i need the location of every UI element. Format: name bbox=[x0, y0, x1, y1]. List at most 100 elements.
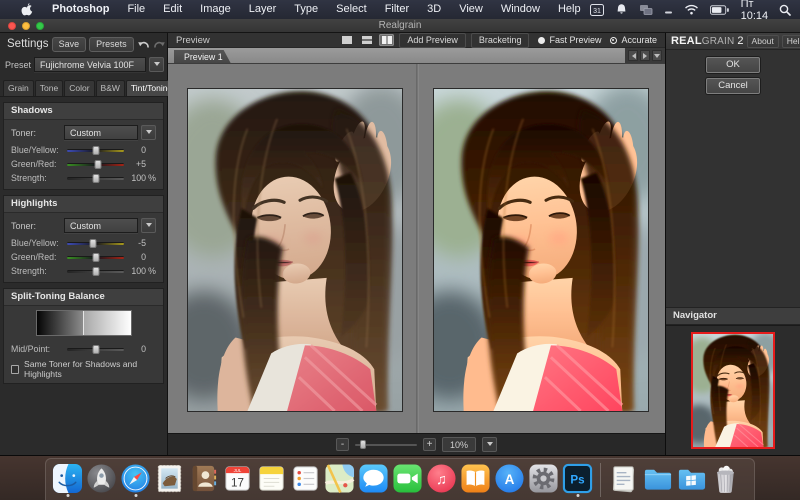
shadows-green-red-label: Green/Red: bbox=[11, 159, 67, 169]
bracketing-button[interactable]: Bracketing bbox=[471, 33, 530, 48]
preview-canvas[interactable] bbox=[168, 64, 665, 433]
tab-tone[interactable]: Tone bbox=[35, 80, 63, 96]
same-toner-checkbox[interactable] bbox=[11, 365, 19, 374]
system-preferences-dock-icon[interactable] bbox=[528, 463, 559, 496]
help-button[interactable]: Help bbox=[782, 35, 800, 48]
navigator-thumbnail[interactable] bbox=[691, 332, 775, 449]
menu-extra-icon[interactable] bbox=[664, 5, 673, 15]
menu-select[interactable]: Select bbox=[327, 0, 376, 19]
shadows-strength-slider[interactable] bbox=[67, 173, 124, 184]
tab-grain[interactable]: Grain bbox=[3, 80, 34, 96]
ibooks-dock-icon[interactable] bbox=[460, 463, 491, 496]
menu-view[interactable]: View bbox=[450, 0, 492, 19]
highlights-toner-caret[interactable] bbox=[141, 218, 156, 233]
app-store-dock-icon[interactable]: A bbox=[494, 463, 525, 496]
zoom-slider-thumb[interactable] bbox=[360, 440, 366, 449]
shadows-strength-thumb[interactable] bbox=[92, 174, 99, 183]
displays-menu-icon[interactable] bbox=[639, 4, 653, 16]
single-view-icon[interactable] bbox=[339, 34, 354, 46]
preview-tab-1[interactable]: Preview 1 bbox=[174, 50, 231, 63]
launchpad-dock-icon[interactable] bbox=[86, 463, 117, 496]
folder-dock-icon[interactable] bbox=[642, 463, 673, 496]
horizontal-split-view-icon[interactable] bbox=[359, 34, 374, 46]
messages-dock-icon[interactable] bbox=[358, 463, 389, 496]
add-preview-button[interactable]: Add Preview bbox=[399, 33, 466, 48]
highlights-strength-thumb[interactable] bbox=[92, 267, 99, 276]
itunes-dock-icon[interactable]: ♫ bbox=[426, 463, 457, 496]
documents-stack-dock-icon[interactable] bbox=[608, 463, 639, 496]
calendar-dock-icon[interactable]: JUL17 bbox=[222, 463, 253, 496]
pane-divider[interactable] bbox=[416, 64, 419, 433]
accurate-radio[interactable]: Accurate bbox=[610, 35, 657, 45]
photoshop-dock-icon[interactable]: Ps bbox=[562, 463, 593, 496]
mid-point-thumb[interactable] bbox=[92, 345, 99, 354]
zoom-out-button[interactable]: - bbox=[336, 438, 349, 451]
cancel-button[interactable]: Cancel bbox=[706, 78, 760, 94]
calendar-menu-icon[interactable]: 31 bbox=[590, 4, 604, 16]
menu-window[interactable]: Window bbox=[492, 0, 549, 19]
menubar-clock[interactable]: Пт 10:14 bbox=[741, 0, 769, 22]
mid-point-slider[interactable] bbox=[67, 344, 124, 355]
menu-image[interactable]: Image bbox=[191, 0, 240, 19]
tab-color[interactable]: Color bbox=[64, 80, 94, 96]
menu-layer[interactable]: Layer bbox=[240, 0, 286, 19]
shadows-toner-caret[interactable] bbox=[141, 125, 156, 140]
maps-dock-icon[interactable] bbox=[324, 463, 355, 496]
undo-icon[interactable] bbox=[137, 37, 150, 51]
highlights-blue-yellow-thumb[interactable] bbox=[89, 239, 96, 248]
zoom-slider[interactable] bbox=[355, 444, 417, 446]
shadows-blue-yellow-slider[interactable] bbox=[67, 145, 124, 156]
reminders-dock-icon[interactable] bbox=[290, 463, 321, 496]
zoom-bar: - + 10% bbox=[168, 433, 665, 455]
shadows-blue-yellow-thumb[interactable] bbox=[92, 146, 99, 155]
menu-help[interactable]: Help bbox=[549, 0, 590, 19]
tab-bw[interactable]: B&W bbox=[96, 80, 125, 96]
ok-button[interactable]: OK bbox=[706, 57, 760, 73]
tab-scroll-left-icon[interactable] bbox=[628, 50, 638, 61]
save-button[interactable]: Save bbox=[52, 37, 87, 52]
fast-preview-radio[interactable]: Fast Preview bbox=[538, 35, 601, 45]
zoom-in-button[interactable]: + bbox=[423, 438, 436, 451]
windows-folder-dock-icon[interactable] bbox=[676, 463, 707, 496]
shadows-strength-label: Strength: bbox=[11, 173, 67, 183]
notes-dock-icon[interactable] bbox=[256, 463, 287, 496]
menu-3d[interactable]: 3D bbox=[418, 0, 450, 19]
shadows-toner-select[interactable]: Custom bbox=[64, 125, 138, 140]
vertical-split-view-icon[interactable] bbox=[379, 34, 394, 46]
shadows-green-red-slider[interactable] bbox=[67, 159, 124, 170]
highlights-strength-slider[interactable] bbox=[67, 266, 124, 277]
trash-dock-icon[interactable] bbox=[710, 463, 741, 496]
finder-dock-icon[interactable] bbox=[52, 463, 83, 496]
redo-icon[interactable] bbox=[153, 37, 166, 51]
tab-list-caret-icon[interactable] bbox=[652, 50, 662, 61]
preset-dropdown-caret[interactable] bbox=[149, 57, 164, 72]
highlights-blue-yellow-slider[interactable] bbox=[67, 238, 124, 249]
preview-image-original[interactable] bbox=[187, 88, 403, 412]
zoom-level-value[interactable]: 10% bbox=[442, 437, 476, 452]
menu-file[interactable]: File bbox=[118, 0, 154, 19]
battery-icon[interactable] bbox=[710, 5, 730, 15]
mail-dock-icon[interactable] bbox=[154, 463, 185, 496]
preset-select[interactable]: Fujichrome Velvia 100F bbox=[34, 57, 146, 72]
menu-edit[interactable]: Edit bbox=[154, 0, 191, 19]
menu-filter[interactable]: Filter bbox=[376, 0, 418, 19]
notifications-bell-icon[interactable] bbox=[615, 3, 628, 16]
spotlight-icon[interactable] bbox=[779, 4, 791, 16]
preview-image-filtered[interactable] bbox=[433, 88, 649, 412]
safari-dock-icon[interactable] bbox=[120, 463, 151, 496]
highlights-green-red-thumb[interactable] bbox=[92, 253, 99, 262]
menu-type[interactable]: Type bbox=[285, 0, 327, 19]
window-titlebar[interactable]: Realgrain bbox=[0, 19, 800, 33]
zoom-level-caret[interactable] bbox=[482, 437, 497, 452]
contacts-dock-icon[interactable] bbox=[188, 463, 219, 496]
menu-photoshop[interactable]: Photoshop bbox=[43, 0, 118, 19]
apple-menu-icon[interactable] bbox=[10, 2, 43, 18]
highlights-toner-select[interactable]: Custom bbox=[64, 218, 138, 233]
tab-scroll-right-icon[interactable] bbox=[640, 50, 650, 61]
wifi-icon[interactable] bbox=[684, 4, 699, 15]
about-button[interactable]: About bbox=[747, 35, 779, 48]
highlights-green-red-slider[interactable] bbox=[67, 252, 124, 263]
presets-button[interactable]: Presets bbox=[89, 37, 134, 52]
facetime-dock-icon[interactable] bbox=[392, 463, 423, 496]
shadows-green-red-thumb[interactable] bbox=[95, 160, 102, 169]
